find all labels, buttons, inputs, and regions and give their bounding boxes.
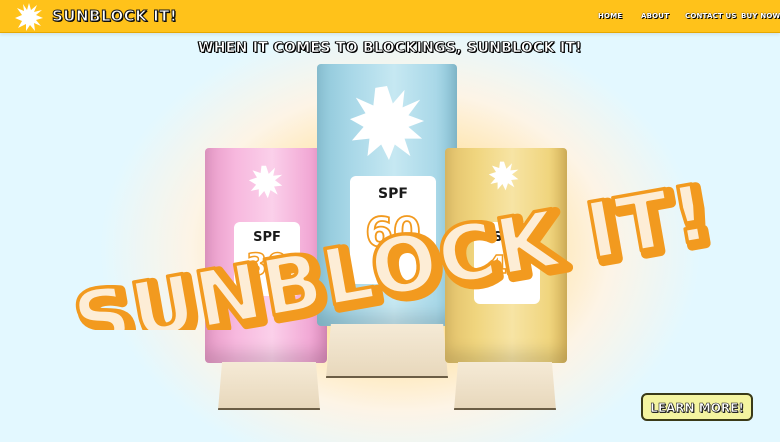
tube-cap <box>454 362 556 410</box>
sun-icon <box>248 165 283 199</box>
sun-icon <box>488 161 519 191</box>
nav-about-link[interactable]: ABOUT <box>641 12 669 20</box>
tube-cap <box>218 362 320 410</box>
brand-name[interactable]: SUNBLOCK IT! <box>51 7 177 26</box>
nav-contact-us-link[interactable]: CONTACT US <box>685 12 737 20</box>
spf-label: SPF <box>493 230 521 245</box>
nav-home-link[interactable]: HOME <box>598 12 622 20</box>
product-tube-spf30[interactable]: SPF 30 <box>204 146 328 410</box>
spf-label: SPF <box>253 230 281 245</box>
tube-cap <box>326 324 448 378</box>
product-tube-spf40[interactable]: SPF 40 <box>444 146 568 410</box>
spf-card: SPF 40 <box>474 222 540 304</box>
hero-tagline: WHEN IT COMES TO BLOCKINGS, SUNBLOCK IT! <box>197 40 582 57</box>
page: SUNBLOCK IT! HOME ABOUT CONTACT US BUY N… <box>0 0 780 442</box>
spf-value: 60 <box>364 209 421 257</box>
product-tube-spf60[interactable]: SPF 60 <box>316 62 458 378</box>
spf-value: 30 <box>245 247 288 284</box>
nav-buy-now-link[interactable]: BUY NOW <box>741 12 780 20</box>
spf-value: 40 <box>485 249 528 286</box>
spf-label: SPF <box>378 186 408 202</box>
learn-more-button[interactable]: LEARN MORE! <box>641 393 753 421</box>
sun-icon <box>349 85 425 161</box>
spf-card: SPF 60 <box>350 176 436 284</box>
spf-card: SPF 30 <box>234 222 300 296</box>
sun-logo-icon[interactable] <box>14 2 44 32</box>
top-navigation-bar: SUNBLOCK IT! HOME ABOUT CONTACT US BUY N… <box>0 0 780 33</box>
